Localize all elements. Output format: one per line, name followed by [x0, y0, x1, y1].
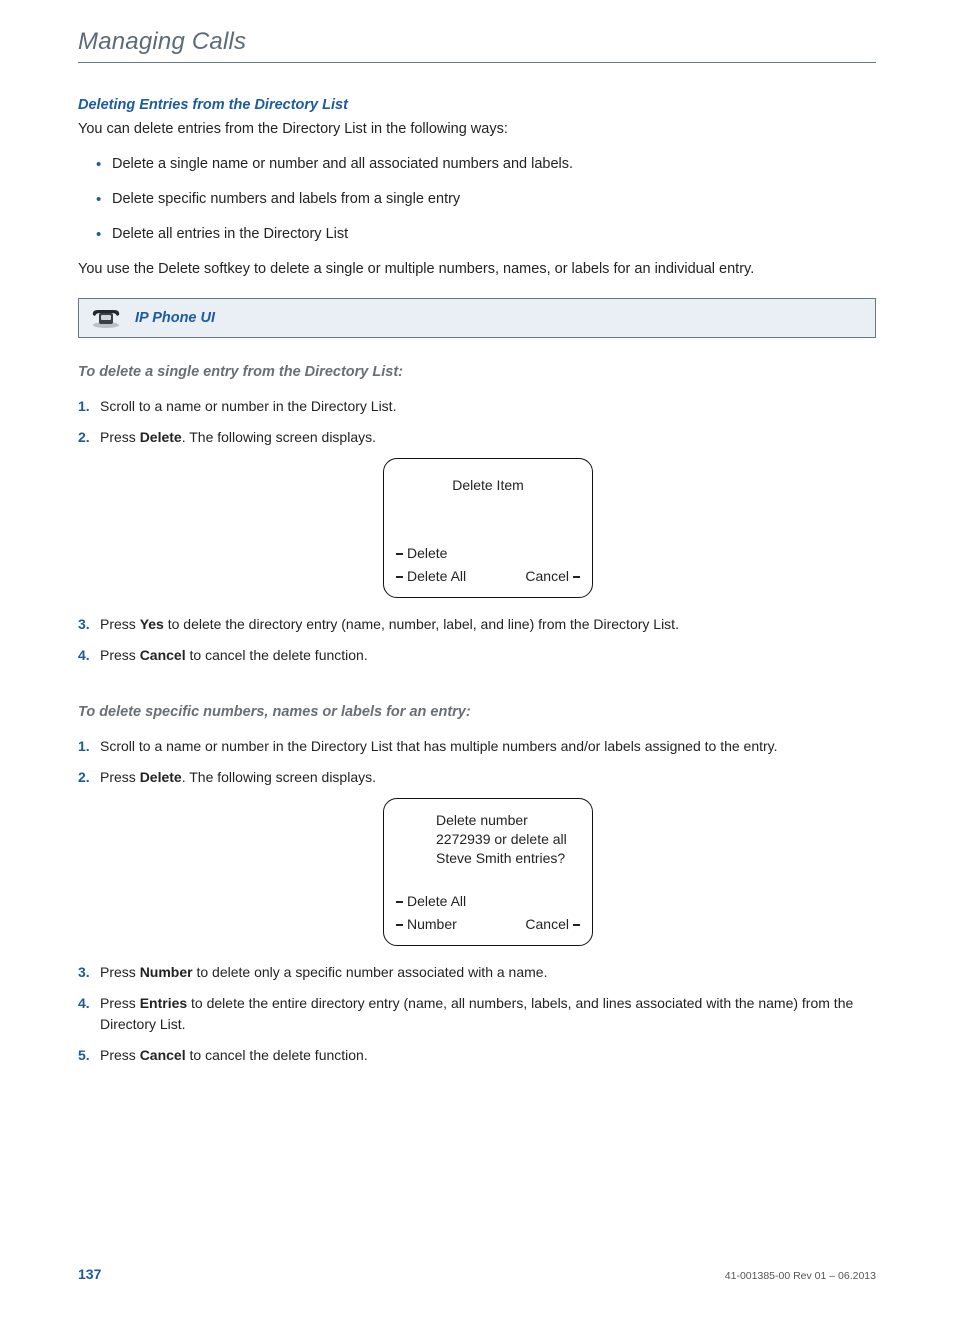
softkey-cancel[interactable]: Cancel: [525, 914, 580, 935]
dash-icon: [396, 576, 403, 578]
step-text: Press: [100, 647, 140, 663]
header-divider: [78, 62, 876, 63]
softkey-label: Cancel: [525, 914, 569, 935]
page-title: Managing Calls: [78, 28, 876, 56]
section-heading: Deleting Entries from the Directory List: [78, 97, 876, 113]
step-item: Press Yes to delete the directory entry …: [78, 614, 876, 635]
step-text: Press: [100, 964, 140, 980]
step-keyword: Delete: [140, 429, 182, 445]
procedure-2-steps: Scroll to a name or number in the Direct…: [78, 736, 876, 1066]
page-header: Managing Calls: [78, 28, 876, 63]
banner-label: IP Phone UI: [135, 310, 215, 326]
bullet-item: Delete all entries in the Directory List: [96, 224, 876, 245]
step-item: Scroll to a name or number in the Direct…: [78, 736, 876, 757]
step-text: . The following screen displays.: [182, 429, 376, 445]
step-item: Scroll to a name or number in the Direct…: [78, 396, 876, 417]
section-intro: You can delete entries from the Director…: [78, 119, 876, 140]
softkey-delete[interactable]: Delete: [396, 543, 447, 564]
step-text: Press: [100, 1047, 140, 1063]
dash-icon: [396, 924, 403, 926]
step-keyword: Number: [140, 964, 193, 980]
step-item: Press Delete. The following screen displ…: [78, 427, 876, 598]
step-keyword: Yes: [140, 616, 164, 632]
screen-message: Delete number 2272939 or delete all Stev…: [436, 811, 580, 868]
softkey-number[interactable]: Number: [396, 914, 457, 935]
softkey-area: Delete All Number Cancel: [396, 891, 580, 935]
page-footer: 137 41-001385-00 Rev 01 – 06.2013: [78, 1266, 876, 1282]
softkey-label: Delete All: [407, 891, 466, 912]
step-text: Scroll to a name or number in the Direct…: [100, 398, 396, 414]
bullet-list: Delete a single name or number and all a…: [96, 154, 876, 245]
section-note: You use the Delete softkey to delete a s…: [78, 259, 876, 280]
dash-icon: [573, 924, 580, 926]
step-item: Press Entries to delete the entire direc…: [78, 993, 876, 1035]
step-keyword: Cancel: [140, 647, 186, 663]
step-keyword: Entries: [140, 995, 187, 1011]
step-item: Press Delete. The following screen displ…: [78, 767, 876, 946]
step-text: to delete the entire directory entry (na…: [100, 995, 853, 1032]
bullet-item: Delete a single name or number and all a…: [96, 154, 876, 175]
softkey-label: Number: [407, 914, 457, 935]
step-text: to cancel the delete function.: [186, 1047, 368, 1063]
softkey-label: Delete All: [407, 566, 466, 587]
ip-phone-ui-banner: IP Phone UI: [78, 298, 876, 338]
softkey-delete-all[interactable]: Delete All: [396, 891, 466, 912]
phone-screen-delete-number: Delete number 2272939 or delete all Stev…: [383, 798, 593, 946]
step-text: Press: [100, 429, 140, 445]
softkey-label: Delete: [407, 543, 447, 564]
step-text: Press: [100, 769, 140, 785]
step-text: to cancel the delete function.: [186, 647, 368, 663]
bullet-item: Delete specific numbers and labels from …: [96, 189, 876, 210]
page-number: 137: [78, 1266, 101, 1282]
step-keyword: Cancel: [140, 1047, 186, 1063]
dash-icon: [573, 576, 580, 578]
screen-title: Delete Item: [396, 475, 580, 496]
phone-screen-delete-item: Delete Item Delete Delete All Cancel: [383, 458, 593, 598]
step-text: Press: [100, 995, 140, 1011]
step-item: Press Number to delete only a specific n…: [78, 962, 876, 983]
procedure-1-heading: To delete a single entry from the Direct…: [78, 364, 876, 380]
step-text: to delete only a specific number associa…: [193, 964, 548, 980]
dash-icon: [396, 553, 403, 555]
procedure-1-steps: Scroll to a name or number in the Direct…: [78, 396, 876, 666]
procedure-2-heading: To delete specific numbers, names or lab…: [78, 704, 876, 720]
dash-icon: [396, 901, 403, 903]
softkey-label: Cancel: [525, 566, 569, 587]
step-item: Press Cancel to cancel the delete functi…: [78, 1045, 876, 1066]
softkey-delete-all[interactable]: Delete All: [396, 566, 466, 587]
doc-revision: 41-001385-00 Rev 01 – 06.2013: [725, 1270, 876, 1282]
step-text: . The following screen displays.: [182, 769, 376, 785]
document-page: Managing Calls Deleting Entries from the…: [0, 0, 954, 1322]
step-text: Scroll to a name or number in the Direct…: [100, 738, 778, 754]
softkey-cancel[interactable]: Cancel: [525, 566, 580, 587]
step-keyword: Delete: [140, 769, 182, 785]
step-item: Press Cancel to cancel the delete functi…: [78, 645, 876, 666]
step-text: Press: [100, 616, 140, 632]
softkey-area: Delete Delete All Cancel: [396, 543, 580, 587]
step-text: to delete the directory entry (name, num…: [164, 616, 679, 632]
phone-icon: [89, 307, 123, 329]
